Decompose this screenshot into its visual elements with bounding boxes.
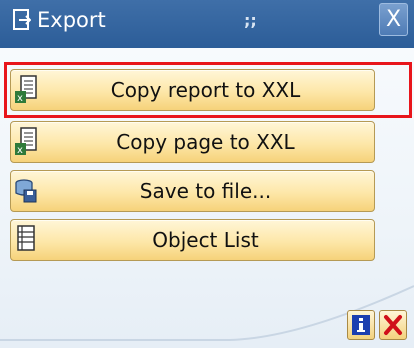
svg-text:x: x	[17, 145, 23, 156]
button-label: Save to file...	[139, 179, 272, 203]
button-label: Object List	[152, 228, 259, 252]
save-to-file-icon	[14, 176, 38, 206]
close-button[interactable]: X	[379, 3, 408, 36]
button-label: Copy report to XXL	[110, 78, 301, 102]
drag-handle[interactable]: ;;	[244, 11, 257, 31]
title-bar[interactable]: Export ;; X	[0, 0, 414, 48]
spreadsheet-xxl-icon: x	[14, 75, 38, 105]
copy-page-to-xxl-button[interactable]: x Copy page to XXL	[10, 121, 375, 163]
close-icon: X	[385, 7, 402, 32]
button-label: Copy page to XXL	[116, 130, 295, 154]
export-dialog: Export ;; X x Copy report to XXL x Copy …	[0, 0, 414, 348]
cancel-icon	[384, 315, 402, 335]
information-button[interactable]	[347, 310, 375, 340]
object-list-button[interactable]: Object List	[10, 219, 375, 261]
info-icon	[352, 315, 370, 335]
object-list-icon	[14, 225, 38, 255]
copy-report-to-xxl-button[interactable]: x Copy report to XXL	[10, 69, 375, 111]
export-icon	[13, 9, 32, 31]
save-to-file-button[interactable]: Save to file...	[10, 170, 375, 212]
dialog-title: Export	[37, 8, 106, 32]
cancel-button[interactable]	[379, 310, 407, 340]
svg-text:x: x	[17, 93, 23, 104]
spreadsheet-xxl-icon: x	[14, 127, 38, 157]
